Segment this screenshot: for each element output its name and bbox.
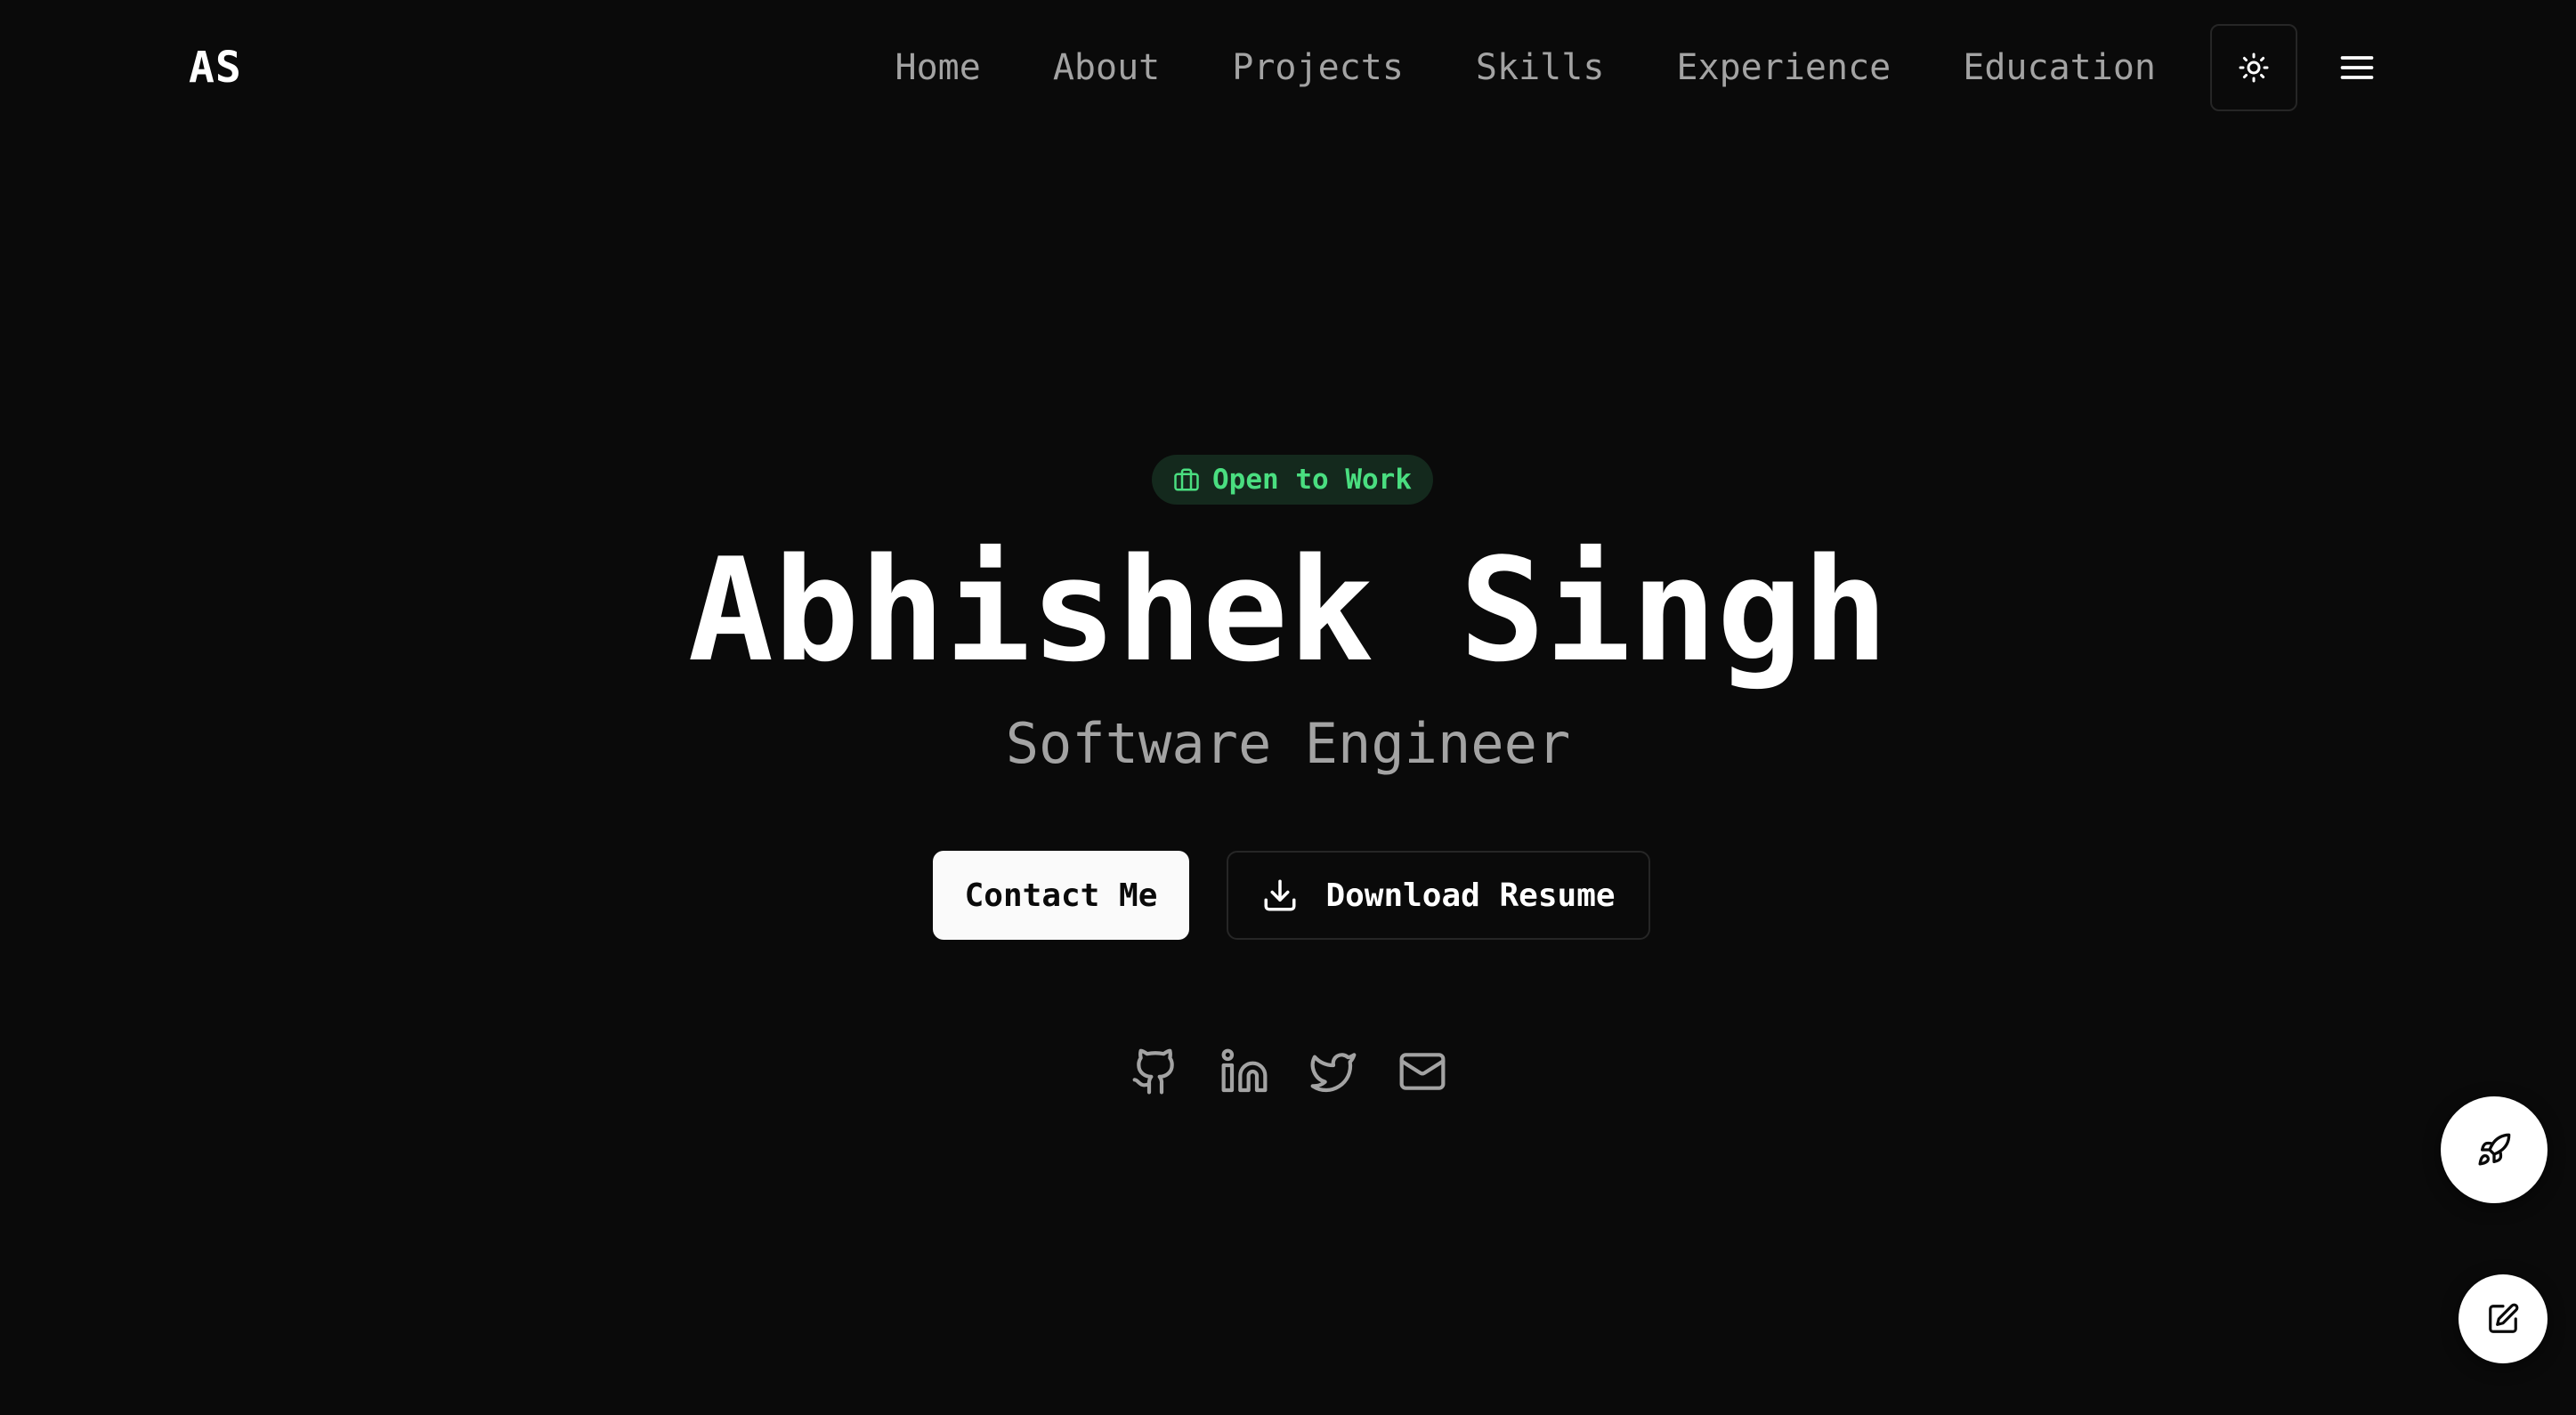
briefcase-icon bbox=[1174, 468, 1199, 491]
download-resume-button[interactable]: Download Resume bbox=[1227, 851, 1650, 940]
theme-toggle-button[interactable] bbox=[2210, 24, 2297, 111]
rocket-icon bbox=[2478, 1133, 2511, 1166]
rocket-fab-button[interactable] bbox=[2441, 1096, 2548, 1203]
github-icon bbox=[1132, 1048, 1174, 1095]
twitter-link[interactable] bbox=[1308, 1047, 1358, 1096]
hero-name: Abhishek Singh bbox=[687, 527, 1889, 693]
hero-role: Software Engineer bbox=[1005, 711, 1571, 776]
menu-icon bbox=[2340, 56, 2374, 79]
nav-link-skills[interactable]: Skills bbox=[1476, 47, 1605, 88]
main-nav: Home About Projects Skills Experience Ed… bbox=[895, 39, 2156, 96]
twitter-icon bbox=[1310, 1053, 1357, 1093]
contact-me-label: Contact Me bbox=[964, 877, 1158, 914]
open-to-work-badge: Open to Work bbox=[1152, 455, 1433, 505]
nav-link-home[interactable]: Home bbox=[895, 47, 981, 88]
site-logo[interactable]: AS bbox=[189, 39, 242, 96]
nav-link-experience[interactable]: Experience bbox=[1676, 47, 1891, 88]
mail-icon bbox=[1399, 1053, 1446, 1090]
badge-label: Open to Work bbox=[1212, 464, 1412, 496]
contact-me-button[interactable]: Contact Me bbox=[933, 851, 1189, 940]
social-links bbox=[1130, 1047, 1447, 1096]
edit-fab-button[interactable] bbox=[2459, 1274, 2548, 1363]
linkedin-link[interactable] bbox=[1219, 1047, 1269, 1096]
menu-button[interactable] bbox=[2332, 41, 2382, 94]
download-icon bbox=[1264, 879, 1296, 911]
nav-link-projects[interactable]: Projects bbox=[1232, 47, 1404, 88]
email-link[interactable] bbox=[1397, 1047, 1447, 1096]
portfolio-page: AS Home About Projects Skills Experience… bbox=[0, 0, 2576, 1415]
linkedin-icon bbox=[1221, 1048, 1268, 1093]
nav-link-about[interactable]: About bbox=[1053, 47, 1160, 88]
sun-icon bbox=[2239, 53, 2269, 83]
download-resume-label: Download Resume bbox=[1325, 877, 1616, 914]
edit-icon bbox=[2489, 1303, 2519, 1333]
github-link[interactable] bbox=[1130, 1047, 1180, 1096]
nav-link-education[interactable]: Education bbox=[1963, 47, 2156, 88]
